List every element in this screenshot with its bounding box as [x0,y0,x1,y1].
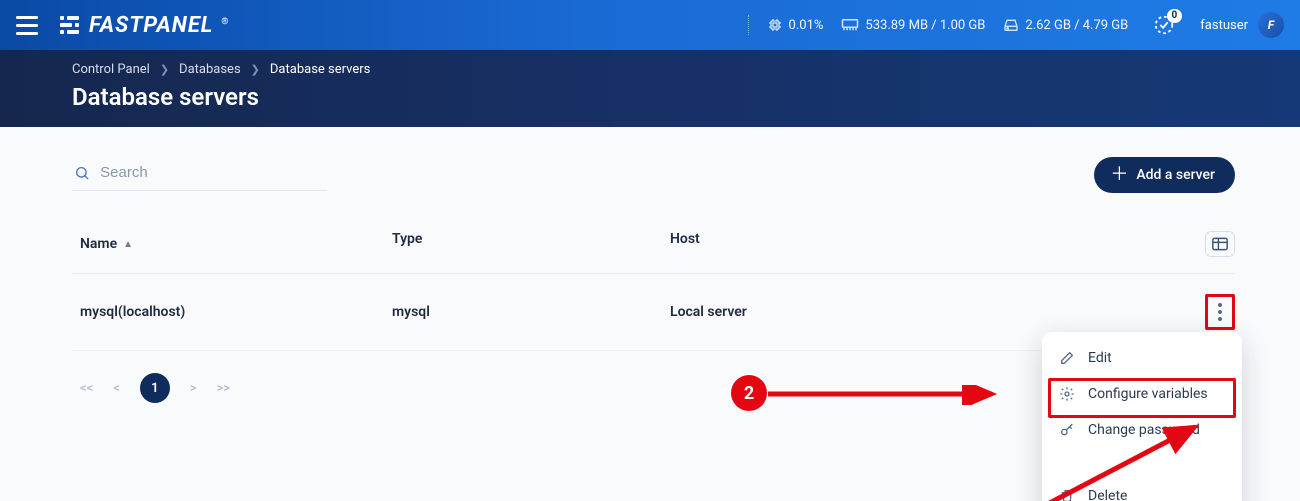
chevron-right-icon: ❯ [251,63,260,76]
add-server-label: Add a server [1136,167,1215,183]
row-actions-menu: Edit Configure variables Change password… [1042,332,1242,501]
column-header-name[interactable]: Name ▲ [80,231,392,257]
brand-glyph-icon [60,16,79,34]
edit-icon [1058,350,1076,366]
table-header: Name ▲ Type Host [72,193,1235,274]
brand-text: FASTPANEL [89,13,213,38]
page-first-button[interactable]: << [80,381,93,396]
stat-memory-value: 533.89 MB / 1.00 GB [865,18,985,33]
search-icon [74,164,90,182]
columns-settings-button[interactable] [1205,231,1235,257]
more-vertical-icon [1218,303,1222,321]
menu-item-change-password[interactable]: Change password [1042,412,1242,448]
stat-memory: 533.89 MB / 1.00 GB [841,18,985,33]
trash-icon [1058,488,1076,501]
user-menu[interactable]: fastuser F [1200,12,1284,38]
plus-icon: ＋ [1110,168,1128,182]
gear-icon [1058,386,1076,402]
stat-disk: 2.62 GB / 4.79 GB [1003,17,1128,33]
search-field[interactable] [72,160,327,191]
username-label: fastuser [1200,18,1248,33]
column-header-type[interactable]: Type [392,231,670,257]
add-server-button[interactable]: ＋ Add a server [1094,157,1235,193]
sort-asc-icon: ▲ [123,239,133,250]
page-next-button[interactable]: > [190,381,197,396]
menu-toggle-button[interactable] [16,16,38,35]
cell-name: mysql(localhost) [80,304,392,320]
cell-type: mysql [392,304,670,320]
brand-logo[interactable]: FASTPANEL ® [60,13,229,38]
brand-trademark: ® [221,17,229,27]
page-last-button[interactable]: >> [217,381,230,396]
annotation-marker-2: 2 [731,375,767,411]
breadcrumb: Control Panel ❯ Databases ❯ Database ser… [72,62,1300,77]
notifications-button[interactable]: 0 [1150,11,1178,39]
page-prev-button[interactable]: < [113,381,120,396]
notifications-count: 0 [1167,9,1183,23]
breadcrumb-current: Database servers [270,62,370,77]
cpu-chip-icon [767,17,783,33]
menu-item-label: Change password [1088,422,1200,438]
menu-item-label: Configure variables [1088,386,1208,402]
stat-cpu: 0.01% [767,17,824,33]
search-input[interactable] [100,164,327,181]
breadcrumb-item[interactable]: Databases [179,62,241,77]
top-bar: FASTPANEL ® 0.01% 533.89 MB / 1.00 GB 2.… [0,0,1300,50]
cell-host: Local server [670,304,1195,320]
menu-item-label: Delete [1088,488,1127,501]
stat-cpu-value: 0.01% [789,18,824,33]
column-header-host[interactable]: Host [670,231,1195,257]
page-title: Database servers [72,83,1300,111]
avatar: F [1258,12,1284,38]
chevron-right-icon: ❯ [160,63,169,76]
page-header: Control Panel ❯ Databases ❯ Database ser… [0,50,1300,127]
table-grid-icon [1212,237,1228,251]
menu-item-edit[interactable]: Edit [1042,340,1242,376]
menu-item-configure-variables[interactable]: Configure variables [1042,376,1242,412]
content-area: ＋ Add a server Name ▲ Type Host mysql(lo… [0,127,1300,403]
pagination: << < 1 > >> [80,373,230,403]
memory-icon [841,18,859,32]
page-current[interactable]: 1 [140,373,170,403]
stat-disk-value: 2.62 GB / 4.79 GB [1025,18,1128,33]
row-actions-button[interactable] [1205,294,1235,330]
menu-item-label: Edit [1088,350,1112,366]
breadcrumb-item[interactable]: Control Panel [72,62,150,77]
menu-item-delete[interactable]: Delete [1042,478,1242,501]
disk-icon [1003,17,1019,33]
content-toolbar: ＋ Add a server [72,157,1235,193]
key-icon [1058,422,1076,438]
